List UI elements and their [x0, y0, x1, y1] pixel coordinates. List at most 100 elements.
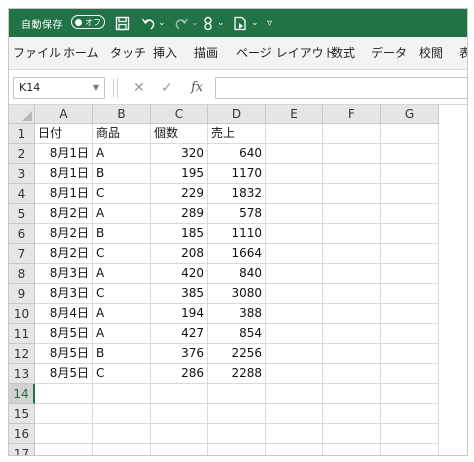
cell-d16[interactable]: [208, 424, 266, 444]
cell-g11[interactable]: [381, 324, 439, 344]
customize-toolbar-icon[interactable]: ▿: [267, 9, 272, 37]
cell-e6[interactable]: [266, 224, 323, 244]
row-header-17[interactable]: 17: [9, 444, 35, 455]
cell-g1[interactable]: [381, 124, 439, 144]
formula-input[interactable]: [215, 77, 467, 99]
cell-c4[interactable]: 229: [151, 184, 208, 204]
cell-d1[interactable]: 売上: [208, 124, 266, 144]
cell-d7[interactable]: 1664: [208, 244, 266, 264]
cell-c13[interactable]: 286: [151, 364, 208, 384]
cell-d3[interactable]: 1170: [208, 164, 266, 184]
cell-c8[interactable]: 420: [151, 264, 208, 284]
cell-f16[interactable]: [323, 424, 381, 444]
cell-g10[interactable]: [381, 304, 439, 324]
cell-g15[interactable]: [381, 404, 439, 424]
cell-g9[interactable]: [381, 284, 439, 304]
cell-f4[interactable]: [323, 184, 381, 204]
enter-icon[interactable]: ✓: [161, 77, 173, 99]
cell-d12[interactable]: 2256: [208, 344, 266, 364]
cell-c2[interactable]: 320: [151, 144, 208, 164]
cell-g8[interactable]: [381, 264, 439, 284]
row-header-14[interactable]: 14: [9, 384, 35, 404]
cell-a5[interactable]: 8月2日: [35, 204, 93, 224]
cell-e2[interactable]: [266, 144, 323, 164]
tab-touch[interactable]: タッチ: [110, 37, 146, 69]
row-header-3[interactable]: 3: [9, 164, 35, 184]
save-icon[interactable]: [115, 9, 130, 37]
column-header-g[interactable]: G: [381, 105, 439, 124]
cell-c11[interactable]: 427: [151, 324, 208, 344]
row-header-11[interactable]: 11: [9, 324, 35, 344]
cell-g6[interactable]: [381, 224, 439, 244]
cell-a4[interactable]: 8月1日: [35, 184, 93, 204]
cell-e14[interactable]: [266, 384, 323, 404]
cell-a3[interactable]: 8月1日: [35, 164, 93, 184]
cell-g7[interactable]: [381, 244, 439, 264]
cell-f6[interactable]: [323, 224, 381, 244]
redo-dropdown-icon[interactable]: ⌄: [191, 9, 199, 37]
cell-d9[interactable]: 3080: [208, 284, 266, 304]
cell-a7[interactable]: 8月2日: [35, 244, 93, 264]
row-header-9[interactable]: 9: [9, 284, 35, 304]
cell-f7[interactable]: [323, 244, 381, 264]
row-header-8[interactable]: 8: [9, 264, 35, 284]
cell-a14[interactable]: [35, 384, 93, 404]
cell-f14[interactable]: [323, 384, 381, 404]
cell-f3[interactable]: [323, 164, 381, 184]
cell-e16[interactable]: [266, 424, 323, 444]
cell-b2[interactable]: A: [93, 144, 151, 164]
sort-dropdown-icon[interactable]: ⌄: [217, 9, 225, 37]
cell-c16[interactable]: [151, 424, 208, 444]
cell-d14[interactable]: [208, 384, 266, 404]
cell-d2[interactable]: 640: [208, 144, 266, 164]
cell-e8[interactable]: [266, 264, 323, 284]
select-all-button[interactable]: [9, 105, 35, 124]
column-header-f[interactable]: F: [323, 105, 381, 124]
cell-f5[interactable]: [323, 204, 381, 224]
column-header-c[interactable]: C: [151, 105, 208, 124]
cell-c17[interactable]: [151, 444, 208, 455]
cell-g5[interactable]: [381, 204, 439, 224]
cell-b15[interactable]: [93, 404, 151, 424]
cell-g17[interactable]: [381, 444, 439, 455]
cell-e11[interactable]: [266, 324, 323, 344]
cell-f9[interactable]: [323, 284, 381, 304]
cell-a1[interactable]: 日付: [35, 124, 93, 144]
cell-d4[interactable]: 1832: [208, 184, 266, 204]
cell-f2[interactable]: [323, 144, 381, 164]
tab-view[interactable]: 表: [459, 37, 467, 69]
cell-b13[interactable]: C: [93, 364, 151, 384]
cell-a15[interactable]: [35, 404, 93, 424]
cell-f1[interactable]: [323, 124, 381, 144]
autosave-toggle[interactable]: オフ: [71, 15, 105, 29]
cell-b1[interactable]: 商品: [93, 124, 151, 144]
cell-e3[interactable]: [266, 164, 323, 184]
cell-b12[interactable]: B: [93, 344, 151, 364]
column-header-e[interactable]: E: [266, 105, 323, 124]
cell-e9[interactable]: [266, 284, 323, 304]
tab-review[interactable]: 校閲: [419, 37, 443, 69]
cell-a9[interactable]: 8月3日: [35, 284, 93, 304]
cell-a13[interactable]: 8月5日: [35, 364, 93, 384]
cell-g3[interactable]: [381, 164, 439, 184]
tab-file[interactable]: ファイル: [13, 37, 61, 69]
cell-f10[interactable]: [323, 304, 381, 324]
tab-page-layout[interactable]: ページ レイアウト: [236, 37, 336, 69]
cell-c7[interactable]: 208: [151, 244, 208, 264]
cell-d11[interactable]: 854: [208, 324, 266, 344]
column-header-b[interactable]: B: [93, 105, 151, 124]
cell-c15[interactable]: [151, 404, 208, 424]
row-header-10[interactable]: 10: [9, 304, 35, 324]
cell-e10[interactable]: [266, 304, 323, 324]
cell-f12[interactable]: [323, 344, 381, 364]
cell-d13[interactable]: 2288: [208, 364, 266, 384]
cell-a16[interactable]: [35, 424, 93, 444]
row-header-12[interactable]: 12: [9, 344, 35, 364]
cell-c9[interactable]: 385: [151, 284, 208, 304]
row-header-4[interactable]: 4: [9, 184, 35, 204]
row-header-6[interactable]: 6: [9, 224, 35, 244]
cell-b6[interactable]: B: [93, 224, 151, 244]
cell-a6[interactable]: 8月2日: [35, 224, 93, 244]
undo-dropdown-icon[interactable]: ⌄: [158, 9, 166, 37]
name-box-dropdown-icon[interactable]: ▼: [89, 77, 103, 99]
